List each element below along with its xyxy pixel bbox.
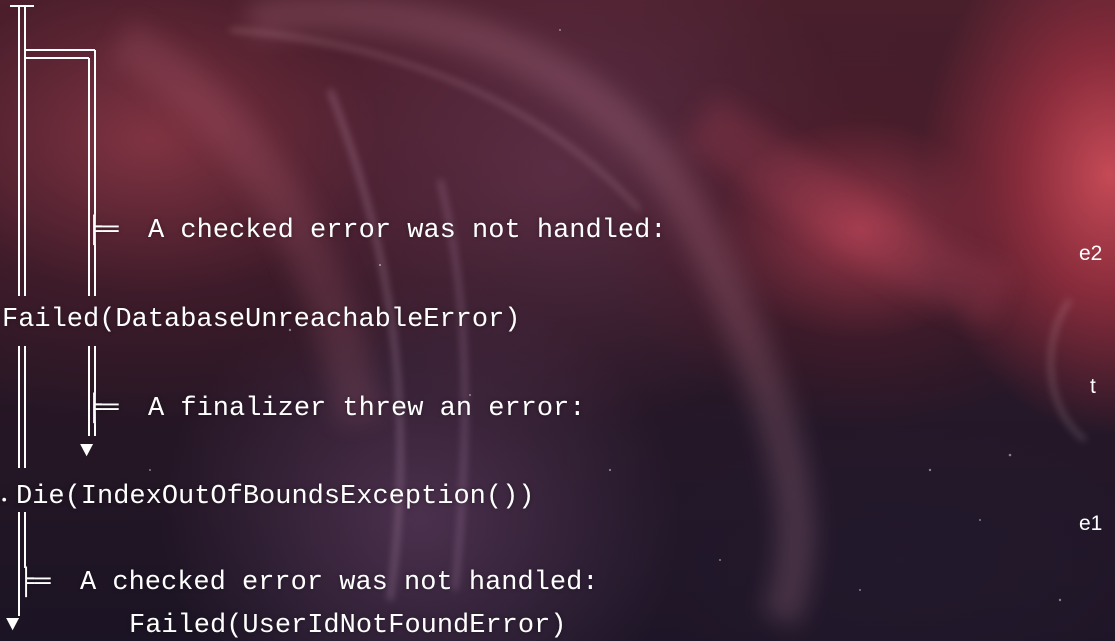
- side-label-e1: e1: [1079, 512, 1103, 535]
- trace-line-index-out-of-bounds: Die(IndexOutOfBoundsException()): [16, 482, 535, 512]
- trace-line-database-unreachable: Failed(DatabaseUnreachableError): [2, 305, 521, 335]
- side-label-e2: e2: [1079, 242, 1103, 265]
- trace-line-checked-error-1: A checked error was not handled:: [148, 216, 667, 246]
- bullet-icon: •: [0, 493, 9, 509]
- side-label-t: t: [1090, 375, 1096, 398]
- arrow-down-icon-outer: ▼: [6, 612, 20, 637]
- branch-marker-1: ╞═: [86, 216, 119, 246]
- trace-line-checked-error-2: A checked error was not handled:: [80, 568, 599, 598]
- branch-marker-2: ╞═: [86, 394, 119, 424]
- arrow-down-icon-inner: ▼: [80, 438, 94, 463]
- branch-marker-3: ╞═: [18, 568, 51, 598]
- trace-line-user-id-not-found: Failed(UserIdNotFoundError): [129, 611, 567, 641]
- trace-line-finalizer-error: A finalizer threw an error:: [148, 394, 586, 424]
